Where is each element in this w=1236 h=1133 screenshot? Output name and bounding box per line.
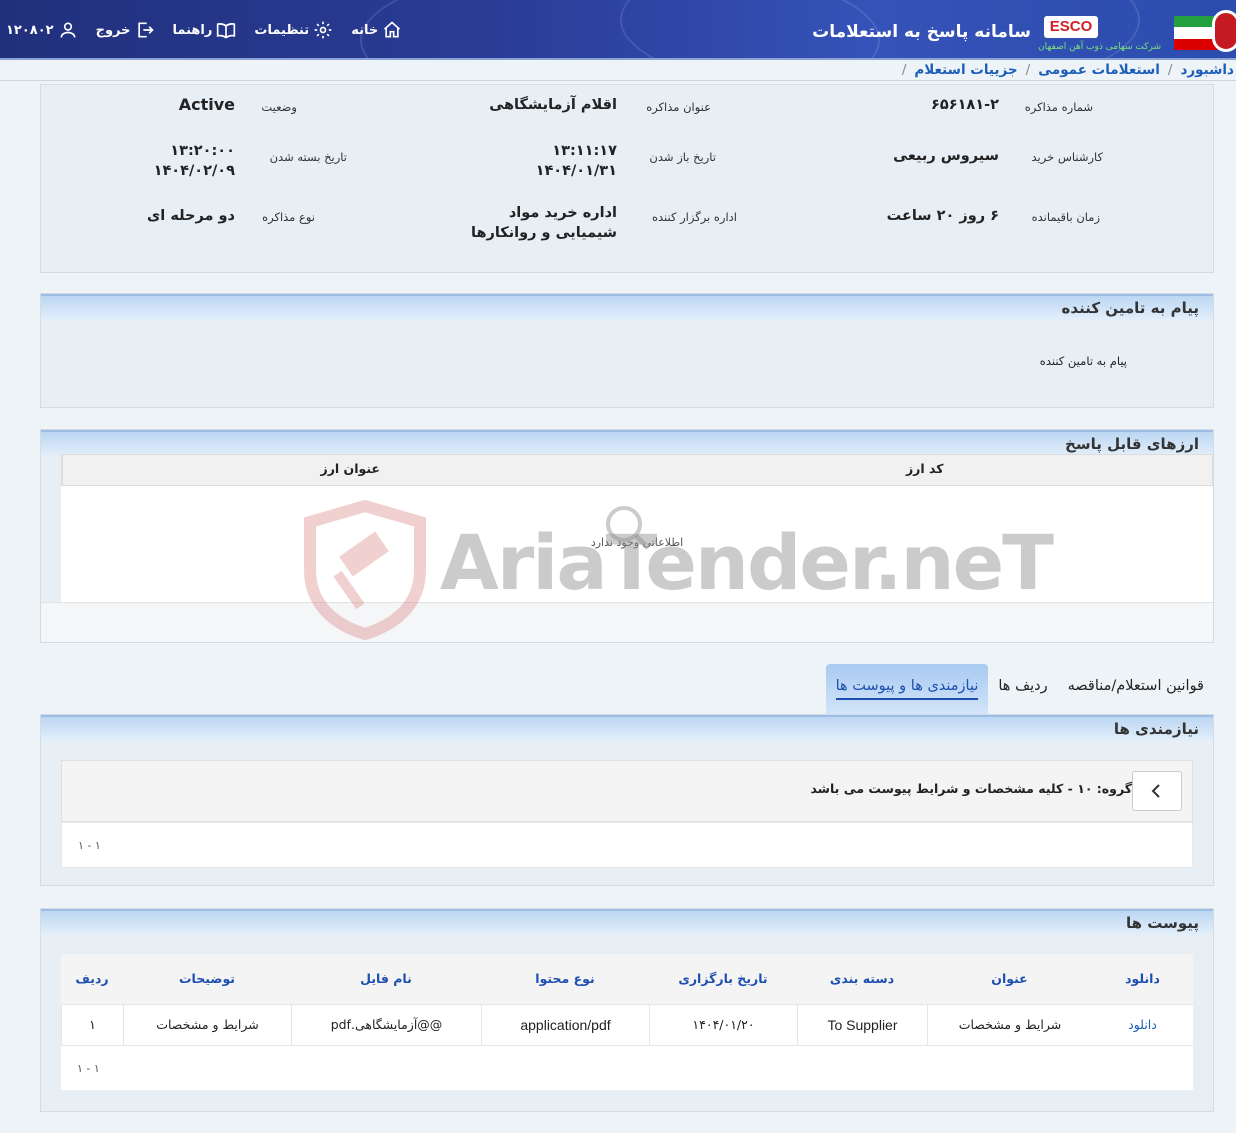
user-id: ۱۲۰۸۰۲ xyxy=(6,22,54,38)
inquiry-summary: شماره مذاکره ۶۵۶۱۸۱-۲ عنوان مذاکره اقلام… xyxy=(40,84,1214,273)
breadcrumb-dashboard[interactable]: داشبورد xyxy=(1180,62,1234,78)
supplier-message-panel: پیام به تامین کننده پیام به تامین کننده xyxy=(40,293,1214,408)
panel-title: نیازمندی ها xyxy=(41,715,1213,741)
close-date-label: تاریخ بسته شدن xyxy=(269,150,347,164)
number-label: شماره مذاکره xyxy=(1024,100,1093,114)
guide-label: راهنما xyxy=(172,22,213,38)
expert-value: سیروس ربیعی xyxy=(893,148,999,164)
currencies-table: عنوان ارز کد ارز اطلاعاتی وجود ندارد xyxy=(61,454,1213,602)
column-description[interactable]: توضیحات xyxy=(123,954,291,1004)
breadcrumb-public-inquiries[interactable]: استعلامات عمومی xyxy=(1038,62,1160,78)
org-value: اداره خرید مواد شیمیایی و روانکارها xyxy=(471,205,617,241)
breadcrumb: داشبورد / استعلامات عمومی / جزییات استعل… xyxy=(894,60,1234,80)
column-download[interactable]: دانلود xyxy=(1092,954,1193,1004)
cell-content-type: application/pdf xyxy=(481,1005,649,1045)
remaining-label: زمان باقیمانده xyxy=(1031,210,1100,224)
table-footer xyxy=(41,602,1213,642)
esco-logo: ESCO xyxy=(1044,16,1098,38)
panel-title: پیام به تامین کننده xyxy=(41,294,1213,320)
cell-file-name: @@آزمایشگاهی.pdf xyxy=(291,1005,481,1045)
settings-button[interactable]: تنظیمات xyxy=(254,20,333,40)
cell-index: ۱ xyxy=(61,1005,123,1045)
guide-button[interactable]: راهنما xyxy=(173,20,237,40)
requirement-group: گروه: ۱۰ - کلیه مشخصات و شرایط پیوست می … xyxy=(61,760,1193,822)
supplier-message: پیام به تامین کننده xyxy=(1039,354,1127,368)
user-icon xyxy=(60,22,76,38)
type-value: دو مرحله ای xyxy=(147,208,235,224)
table-header: عنوان ارز کد ارز xyxy=(61,454,1213,486)
status-value: Active xyxy=(178,95,235,114)
breadcrumb-separator: / xyxy=(1025,62,1031,78)
column-currency-title[interactable]: عنوان ارز xyxy=(62,455,638,485)
home-label: خانه xyxy=(351,22,379,38)
pager: ۱ - ۱ xyxy=(61,822,1193,868)
open-date-label: تاریخ باز شدن xyxy=(649,150,716,164)
breadcrumb-separator: / xyxy=(1167,62,1173,78)
empty-message: اطلاعاتی وجود ندارد xyxy=(590,536,684,549)
column-currency-code[interactable]: کد ارز xyxy=(638,455,1213,485)
pager-range: ۱ - ۱ xyxy=(77,1062,100,1075)
settings-label: تنظیمات xyxy=(254,22,310,38)
cell-upload-date: ۱۴۰۴/۰۱/۲۰ xyxy=(649,1005,797,1045)
divider xyxy=(0,80,1236,81)
home-button[interactable]: خانه xyxy=(351,20,402,40)
number-value: ۶۵۶۱۸۱-۲ xyxy=(931,97,999,113)
tab-label: قوانین استعلام/مناقصه xyxy=(1067,678,1204,694)
logout-label: خروج xyxy=(95,22,131,38)
attachments-table: ردیف توضیحات نام فایل نوع محتوا تاریخ با… xyxy=(61,954,1193,1090)
panel-title: ارزهای قابل پاسخ xyxy=(41,430,1213,456)
company-emblem xyxy=(1212,10,1236,52)
logout-button[interactable]: خروج xyxy=(96,20,155,40)
table-row: ۱ شرایط و مشخصات @@آزمایشگاهی.pdf applic… xyxy=(61,1004,1193,1046)
cell-description: شرایط و مشخصات xyxy=(123,1005,291,1045)
group-title: گروه: ۱۰ - کلیه مشخصات و شرایط پیوست می … xyxy=(810,781,1132,796)
expand-group-button[interactable] xyxy=(1132,771,1182,811)
type-label: نوع مذاکره xyxy=(262,210,315,224)
tab-label: نیازمندی ها و پیوست ها xyxy=(835,678,979,700)
column-category[interactable]: دسته بندی xyxy=(797,954,927,1004)
column-title[interactable]: عنوان xyxy=(927,954,1092,1004)
remaining-value: ۶ روز ۲۰ ساعت xyxy=(886,208,999,224)
pager: ۱ - ۱ xyxy=(61,1046,1193,1090)
gear-icon xyxy=(314,21,332,39)
chevron-left-icon xyxy=(1151,784,1160,798)
tab-requirements-attachments[interactable]: نیازمندی ها و پیوست ها xyxy=(825,664,989,714)
expert-label: کارشناس خرید xyxy=(1031,150,1103,164)
title-label: عنوان مذاکره xyxy=(646,100,711,114)
requirements-panel: نیازمندی ها گروه: ۱۰ - کلیه مشخصات و شرا… xyxy=(40,714,1214,886)
column-index[interactable]: ردیف xyxy=(61,954,123,1004)
download-label: دانلود xyxy=(1128,1017,1157,1032)
tab-label: ردیف ها xyxy=(998,678,1048,694)
close-date-value: ۱۴۰۴/۰۲/۰۹ xyxy=(153,163,235,179)
column-file-name[interactable]: نام فایل xyxy=(291,954,481,1004)
tab-rules[interactable]: قوانین استعلام/مناقصه xyxy=(1058,664,1214,714)
app-title: سامانه پاسخ به استعلامات xyxy=(812,22,1031,42)
attachments-panel: پیوست ها ردیف توضیحات نام فایل نوع محتوا… xyxy=(40,908,1214,1112)
table-header: ردیف توضیحات نام فایل نوع محتوا تاریخ با… xyxy=(61,954,1193,1004)
download-link[interactable]: دانلود xyxy=(1092,1005,1193,1045)
breadcrumb-inquiry-details[interactable]: جزییات استعلام xyxy=(914,62,1017,78)
column-content-type[interactable]: نوع محتوا xyxy=(481,954,649,1004)
company-name: شرکت سهامی ذوب آهن اصفهان xyxy=(1038,42,1161,52)
cell-title: شرایط و مشخصات xyxy=(927,1005,1092,1045)
user-account[interactable]: ۱۲۰۸۰۲ xyxy=(6,20,78,40)
home-icon xyxy=(384,21,401,38)
logout-icon xyxy=(137,22,154,38)
tab-rows[interactable]: ردیف ها xyxy=(988,664,1057,714)
pager-range: ۱ - ۱ xyxy=(78,839,101,852)
org-label: اداره برگزار کننده xyxy=(652,210,737,224)
tab-bar: نیازمندی ها و پیوست ها ردیف ها قوانین اس… xyxy=(825,664,1214,714)
breadcrumb-separator: / xyxy=(901,62,907,78)
open-time-value: ۱۳:۱۱:۱۷ xyxy=(552,143,617,159)
open-date-value: ۱۴۰۴/۰۱/۳۱ xyxy=(535,163,617,179)
currencies-panel: ارزهای قابل پاسخ عنوان ارز کد ارز اطلاعا… xyxy=(40,429,1214,643)
close-time-value: ۱۳:۲۰:۰۰ xyxy=(170,143,235,159)
book-icon xyxy=(217,23,236,39)
panel-title: پیوست ها xyxy=(41,909,1213,935)
status-label: وضعیت xyxy=(261,100,297,114)
top-header: ۱۲۰۸۰۲ خروج راهنما تنظیمات خانه سامانه پ… xyxy=(0,0,1236,60)
column-upload-date[interactable]: تاریخ بارگزاری xyxy=(649,954,797,1004)
title-value: اقلام آزمایشگاهی xyxy=(489,97,617,113)
cell-category: To Supplier xyxy=(797,1005,927,1045)
